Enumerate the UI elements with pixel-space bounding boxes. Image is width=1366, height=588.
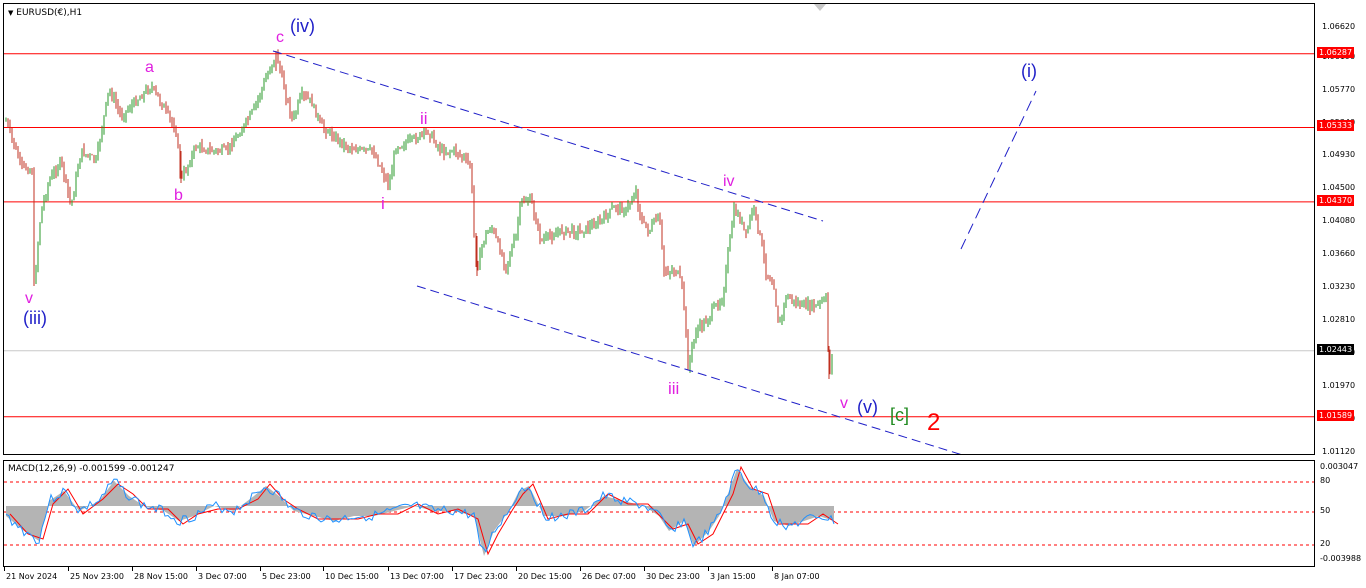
time-tick-mark: [452, 567, 453, 571]
wave-label: b: [174, 187, 183, 204]
macd-tick-label: 20: [1320, 539, 1331, 548]
wave-label: c: [276, 29, 284, 46]
price-tick-label: 1.04500: [1322, 183, 1356, 192]
price-tick-label: 1.02810: [1322, 315, 1356, 324]
wave-label: [c]: [890, 405, 910, 425]
time-tick-label: 8 Jan 07:00: [774, 572, 820, 581]
time-tick-mark: [260, 567, 261, 571]
time-tick-mark: [68, 567, 69, 571]
price-tick-label: 1.01120: [1322, 447, 1356, 456]
price-tick-label: 1.04930: [1322, 150, 1356, 159]
chart-window[interactable]: ▼ EURUSD(€),H1 MACD(12,26,9) -0.001599 -…: [0, 0, 1366, 588]
time-tick-label: 10 Dec 15:00: [325, 572, 379, 581]
time-tick-label: 3 Jan 15:00: [710, 572, 756, 581]
time-tick-label: 3 Dec 07:00: [198, 572, 247, 581]
time-tick-mark: [516, 567, 517, 571]
wave-label: v: [25, 290, 33, 307]
level-price-badge: 1.01589: [1317, 409, 1355, 421]
macd-tick-label: 50: [1320, 506, 1331, 515]
current-price-badge: 1.02443: [1317, 343, 1355, 355]
wave-label: 2: [927, 409, 941, 436]
wave-label-layer: (iv) c a b ii i iv iii v (iii) v (v) [c] 2 (i): [0, 0, 1316, 460]
time-tick-label: 13 Dec 07:00: [390, 572, 444, 581]
time-tick-label: 17 Dec 23:00: [454, 572, 508, 581]
time-tick-mark: [708, 567, 709, 571]
wave-label: iii: [668, 379, 680, 398]
time-tick-label: 26 Dec 07:00: [582, 572, 636, 581]
wave-label: (i): [1021, 61, 1037, 81]
time-tick-mark: [772, 567, 773, 571]
wave-label: (iii): [23, 308, 47, 328]
time-tick-mark: [388, 567, 389, 571]
price-tick-label: 1.03660: [1322, 249, 1356, 258]
price-tick-label: 1.05770: [1322, 85, 1356, 94]
price-tick-label: 1.06620: [1322, 22, 1356, 31]
level-price-badge: 1.05333: [1317, 120, 1355, 132]
time-tick-mark: [323, 567, 324, 571]
wave-label: i: [381, 194, 385, 213]
time-tick-label: 21 Nov 2024: [6, 572, 58, 581]
macd-tick-label: 0.003047: [1320, 462, 1359, 471]
macd-panel[interactable]: MACD(12,26,9) -0.001599 -0.001247: [3, 460, 1315, 567]
time-tick-mark: [4, 567, 5, 571]
macd-axis[interactable]: 0.003047 80 50 20 -0.003988: [1316, 460, 1366, 567]
wave-label: iv: [723, 173, 735, 190]
time-tick-mark: [644, 567, 645, 571]
time-tick-label: 20 Dec 15:00: [518, 572, 572, 581]
wave-label: (v): [857, 397, 878, 417]
wave-label: v: [840, 395, 848, 412]
level-price-badge: 1.06287: [1317, 46, 1355, 58]
wave-label: a: [145, 59, 154, 76]
time-axis[interactable]: 21 Nov 2024 25 Nov 23:00 28 Nov 15:00 3 Dec…: [0, 567, 1316, 588]
price-tick-label: 1.04080: [1322, 216, 1356, 225]
macd-tick-label: -0.003988: [1320, 554, 1362, 563]
macd-canvas: [4, 465, 1314, 556]
time-tick-label: 5 Dec 23:00: [262, 572, 311, 581]
time-tick-mark: [196, 567, 197, 571]
price-tick-label: 1.01970: [1322, 381, 1356, 390]
time-tick-label: 28 Nov 15:00: [134, 572, 188, 581]
time-tick-mark: [580, 567, 581, 571]
time-tick-mark: [132, 567, 133, 571]
time-tick-label: 25 Nov 23:00: [70, 572, 124, 581]
wave-label: (iv): [290, 16, 315, 36]
time-tick-label: 30 Dec 23:00: [646, 572, 700, 581]
price-axis[interactable]: 1.066201.061901.057701.053401.049301.045…: [1316, 3, 1366, 456]
macd-tick-label: 80: [1320, 476, 1331, 485]
wave-label: ii: [420, 109, 428, 128]
macd-label: MACD(12,26,9) -0.001599 -0.001247: [8, 464, 175, 474]
price-tick-label: 1.03230: [1322, 282, 1356, 291]
level-price-badge: 1.04370: [1317, 194, 1355, 206]
